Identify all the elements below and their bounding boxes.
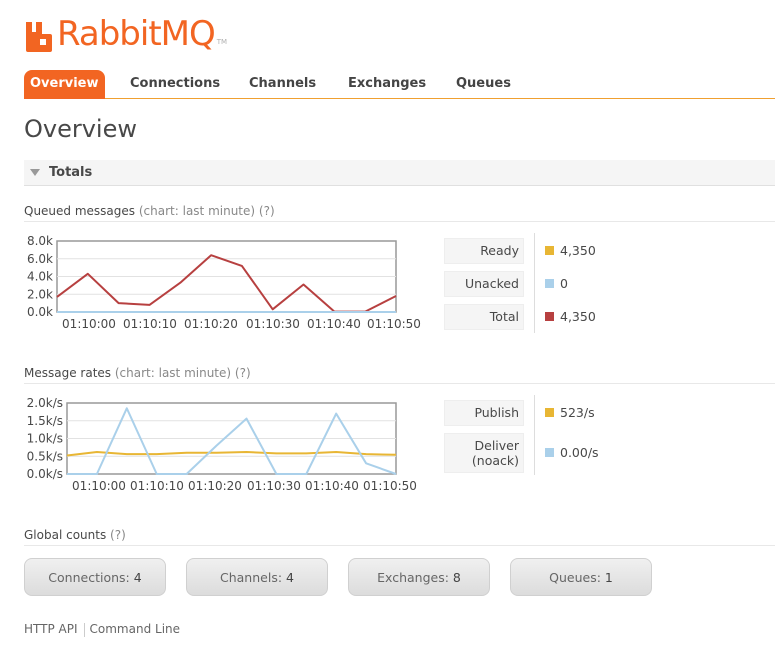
footer-separator — [83, 623, 85, 637]
command-line-link[interactable]: Command Line — [90, 622, 181, 637]
x-tick-label: 01:10:40 — [307, 317, 361, 331]
exchanges-count-label: Exchanges: — [377, 570, 449, 585]
y-tick-label: 1.0k/s — [27, 432, 63, 446]
x-tick-label: 01:10:50 — [367, 317, 421, 331]
x-tick-label: 01:10:10 — [130, 479, 184, 493]
collapse-triangle-icon — [30, 169, 40, 176]
legend-label-deliver-line2: (noack) — [471, 453, 519, 468]
y-tick-label: 0.0k/s — [27, 467, 63, 481]
rabbitmq-logo[interactable]: RabbitMQ TM — [24, 14, 227, 54]
message-rates-title: Message rates — [24, 366, 112, 380]
message-rates-heading: Message rates (chart: last minute) (?) — [24, 366, 775, 384]
x-tick-label: 01:10:10 — [123, 317, 177, 331]
main-nav: Overview Connections Channels Exchanges … — [24, 70, 775, 99]
x-tick-label: 01:10:00 — [72, 479, 126, 493]
legend-swatch-publish — [545, 408, 554, 417]
rabbit-icon — [26, 22, 52, 52]
connections-count-value: 4 — [133, 570, 142, 585]
y-tick-label: 6.0k — [27, 252, 53, 266]
legend-divider — [534, 233, 535, 333]
y-tick-label: 2.0k — [27, 287, 53, 301]
logo-text: RabbitMQ — [57, 14, 216, 54]
queued-messages-heading: Queued messages (chart: last minute) (?) — [24, 204, 775, 222]
channels-count-value: 4 — [286, 570, 294, 585]
tab-queues[interactable]: Queues — [450, 70, 517, 98]
http-api-link[interactable]: HTTP API — [24, 622, 78, 637]
legend-swatch-deliver — [545, 448, 554, 457]
page-title: Overview — [24, 115, 137, 143]
legend-swatch-total — [545, 312, 554, 321]
message-rates-chart-range: (chart: last minute) — [114, 366, 232, 380]
legend-swatch-ready — [545, 246, 554, 255]
totals-section-toggle[interactable]: Totals — [24, 160, 775, 186]
x-tick-label: 01:10:20 — [184, 317, 238, 331]
footer: HTTP API Command Line — [24, 622, 180, 637]
legend-label-ready: Ready — [444, 238, 524, 264]
channels-count-button[interactable]: Channels: 4 — [186, 558, 328, 596]
y-tick-label: 4.0k — [27, 270, 53, 284]
totals-section-label: Totals — [49, 165, 93, 180]
y-tick-label: 1.5k/s — [27, 414, 63, 428]
queued-messages-help-link[interactable]: (?) — [259, 204, 275, 218]
tab-overview[interactable]: Overview — [24, 70, 105, 99]
exchanges-count-button[interactable]: Exchanges: 8 — [348, 558, 490, 596]
global-counts-help-link[interactable]: (?) — [110, 528, 126, 542]
queued-messages-chart-range: (chart: last minute) — [138, 204, 256, 218]
x-tick-label: 01:10:40 — [305, 479, 359, 493]
legend-swatch-unacked — [545, 279, 554, 288]
legend-value-total: 4,350 — [560, 309, 596, 324]
y-tick-label: 0.5k/s — [27, 449, 63, 463]
tab-connections[interactable]: Connections — [124, 70, 226, 98]
connections-count-label: Connections: — [48, 570, 130, 585]
x-tick-label: 01:10:20 — [188, 479, 242, 493]
x-tick-label: 01:10:30 — [247, 479, 301, 493]
legend-label-total: Total — [444, 304, 524, 330]
y-tick-label: 2.0k/s — [27, 396, 63, 410]
queues-count-label: Queues: — [549, 570, 601, 585]
legend-value-unacked: 0 — [560, 276, 568, 291]
global-counts-title: Global counts — [24, 528, 107, 542]
x-tick-label: 01:10:30 — [246, 317, 300, 331]
legend-divider — [534, 395, 535, 475]
global-counts-heading: Global counts (?) — [24, 528, 775, 546]
y-tick-label: 0.0k — [27, 305, 53, 319]
connections-count-button[interactable]: Connections: 4 — [24, 558, 166, 596]
legend-value-deliver: 0.00/s — [560, 445, 599, 460]
legend-label-unacked: Unacked — [444, 271, 524, 297]
queues-count-button[interactable]: Queues: 1 — [510, 558, 652, 596]
logo-trademark: TM — [216, 38, 228, 46]
legend-label-deliver: Deliver (noack) — [444, 433, 524, 473]
x-tick-label: 01:10:50 — [363, 479, 417, 493]
tab-exchanges[interactable]: Exchanges — [342, 70, 432, 98]
channels-count-label: Channels: — [220, 570, 283, 585]
legend-value-ready: 4,350 — [560, 243, 596, 258]
tab-channels[interactable]: Channels — [243, 70, 322, 98]
queued-messages-chart: 8.0k 6.0k 4.0k 2.0k 0.0k 01:10:00 01:10:10 01:1… — [27, 234, 421, 331]
legend-label-deliver-line1: Deliver — [474, 438, 520, 453]
queues-count-value: 1 — [604, 570, 613, 585]
message-rates-chart: 2.0k/s 1.5k/s 1.0k/s 0.5k/s 0.0k/s 01:10:00 01… — [27, 396, 417, 493]
message-rates-help-link[interactable]: (?) — [235, 366, 251, 380]
queued-messages-title: Queued messages — [24, 204, 136, 218]
legend-label-publish: Publish — [444, 400, 524, 426]
y-tick-label: 8.0k — [27, 234, 53, 248]
exchanges-count-value: 8 — [452, 570, 461, 585]
legend-value-publish: 523/s — [560, 405, 595, 420]
x-tick-label: 01:10:00 — [62, 317, 116, 331]
